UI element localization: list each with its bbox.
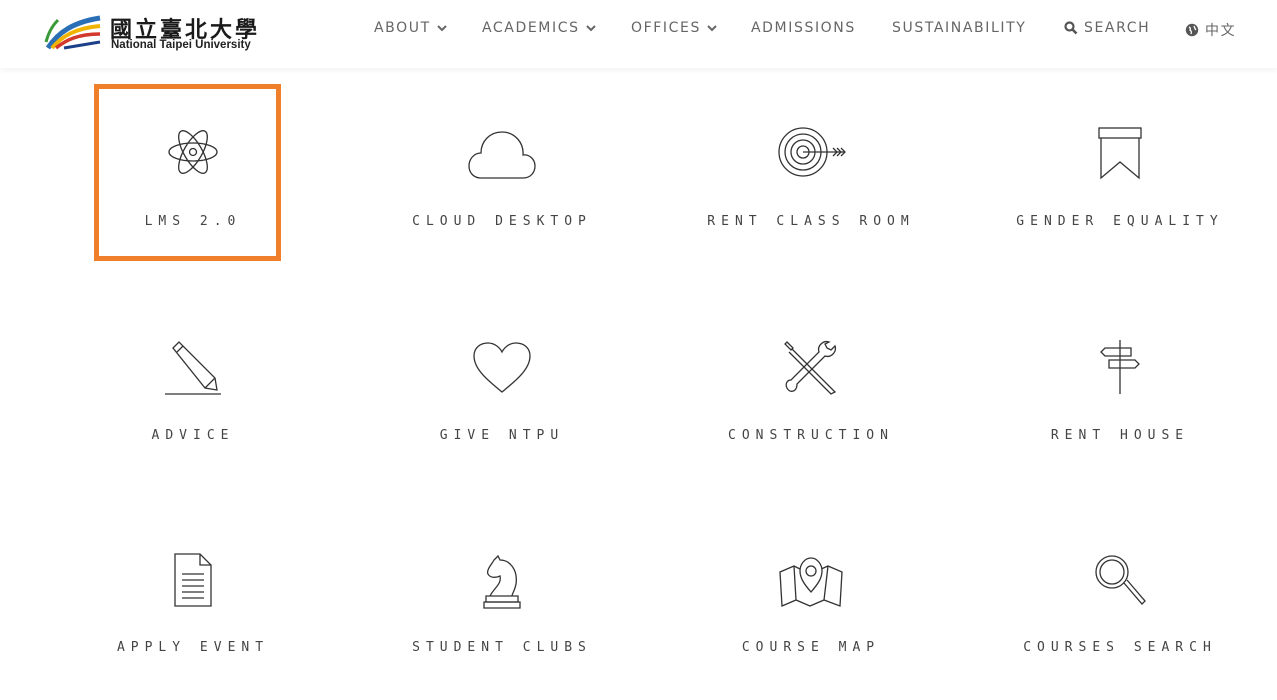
nav-search-label: SEARCH (1084, 20, 1151, 36)
logo-english-name: National Taipei University (111, 39, 251, 51)
search-icon (1064, 21, 1078, 35)
cloud-icon (468, 131, 536, 179)
tile-course-map[interactable]: COURSE MAP (686, 550, 936, 700)
tile-label: RENT CLASS ROOM (707, 214, 915, 229)
tile-label: APPLY EVENT (116, 640, 270, 655)
nav-language-label: 中文 (1205, 23, 1237, 39)
nav-admissions[interactable]: ADMISSIONS (751, 20, 856, 36)
nav-academics[interactable]: ACADEMICS (482, 20, 596, 36)
tile-cloud-desktop[interactable]: CLOUD DESKTOP (377, 120, 627, 270)
pencil-icon (165, 341, 221, 395)
tile-advice[interactable]: ADVICE (68, 336, 318, 486)
site-header: 國立臺北大學 National Taipei University ABOUT … (0, 0, 1277, 68)
tools-icon (784, 340, 837, 395)
nav-language[interactable]: 中文 (1185, 20, 1236, 40)
tile-rent-class-room[interactable]: RENT CLASS ROOM (686, 120, 936, 270)
tile-student-clubs[interactable]: STUDENT CLUBS (377, 550, 627, 700)
target-icon (778, 127, 846, 177)
tile-label: GIVE NTPU (439, 428, 565, 443)
map-icon (779, 557, 843, 607)
chevron-down-icon (585, 25, 596, 32)
atom-icon (168, 130, 218, 174)
nav-about-label: ABOUT (374, 20, 431, 36)
tile-label: CONSTRUCTION (728, 428, 894, 443)
magnifier-icon (1095, 555, 1146, 605)
tile-construction[interactable]: CONSTRUCTION (686, 336, 936, 486)
nav-about[interactable]: ABOUT (374, 20, 447, 36)
heart-icon (473, 342, 531, 393)
tile-courses-search[interactable]: COURSES SEARCH (995, 550, 1245, 700)
tile-label: STUDENT CLUBS (412, 640, 592, 655)
tile-label: CLOUD DESKTOP (412, 214, 592, 229)
nav-sustainability[interactable]: SUSTAINABILITY (892, 20, 1026, 36)
nav-admissions-label: ADMISSIONS (751, 20, 856, 36)
nav-offices-label: OFFICES (631, 20, 701, 36)
nav-offices[interactable]: OFFICES (631, 20, 717, 36)
ntpu-logo-mark-icon (44, 15, 101, 50)
nav-academics-label: ACADEMICS (482, 20, 580, 36)
globe-icon (1185, 23, 1199, 37)
tile-label: COURSES SEARCH (1023, 640, 1217, 655)
tile-gender-equality[interactable]: GENDER EQUALITY (995, 120, 1245, 270)
site-logo[interactable]: 國立臺北大學 National Taipei University (44, 10, 294, 54)
nav-sustainability-label: SUSTAINABILITY (892, 20, 1027, 36)
chess-knight-icon (483, 554, 521, 609)
tile-give-ntpu[interactable]: GIVE NTPU (377, 336, 627, 486)
tile-apply-event[interactable]: APPLY EVENT (68, 550, 318, 700)
tile-lms[interactable]: LMS 2.0 (68, 120, 318, 270)
tile-label: COURSE MAP (741, 640, 881, 655)
nav-search[interactable]: SEARCH (1064, 20, 1150, 36)
tile-label: ADVICE (151, 428, 235, 443)
tile-label: RENT HOUSE (1050, 428, 1190, 443)
chevron-down-icon (707, 25, 717, 32)
tile-rent-house[interactable]: RENT HOUSE (995, 336, 1245, 486)
signpost-icon (1100, 340, 1140, 394)
tile-label: GENDER EQUALITY (1016, 214, 1224, 229)
bookmark-icon (1098, 127, 1142, 180)
document-icon (174, 553, 212, 607)
tile-label: LMS 2.0 (144, 214, 242, 229)
chevron-down-icon (437, 25, 447, 32)
